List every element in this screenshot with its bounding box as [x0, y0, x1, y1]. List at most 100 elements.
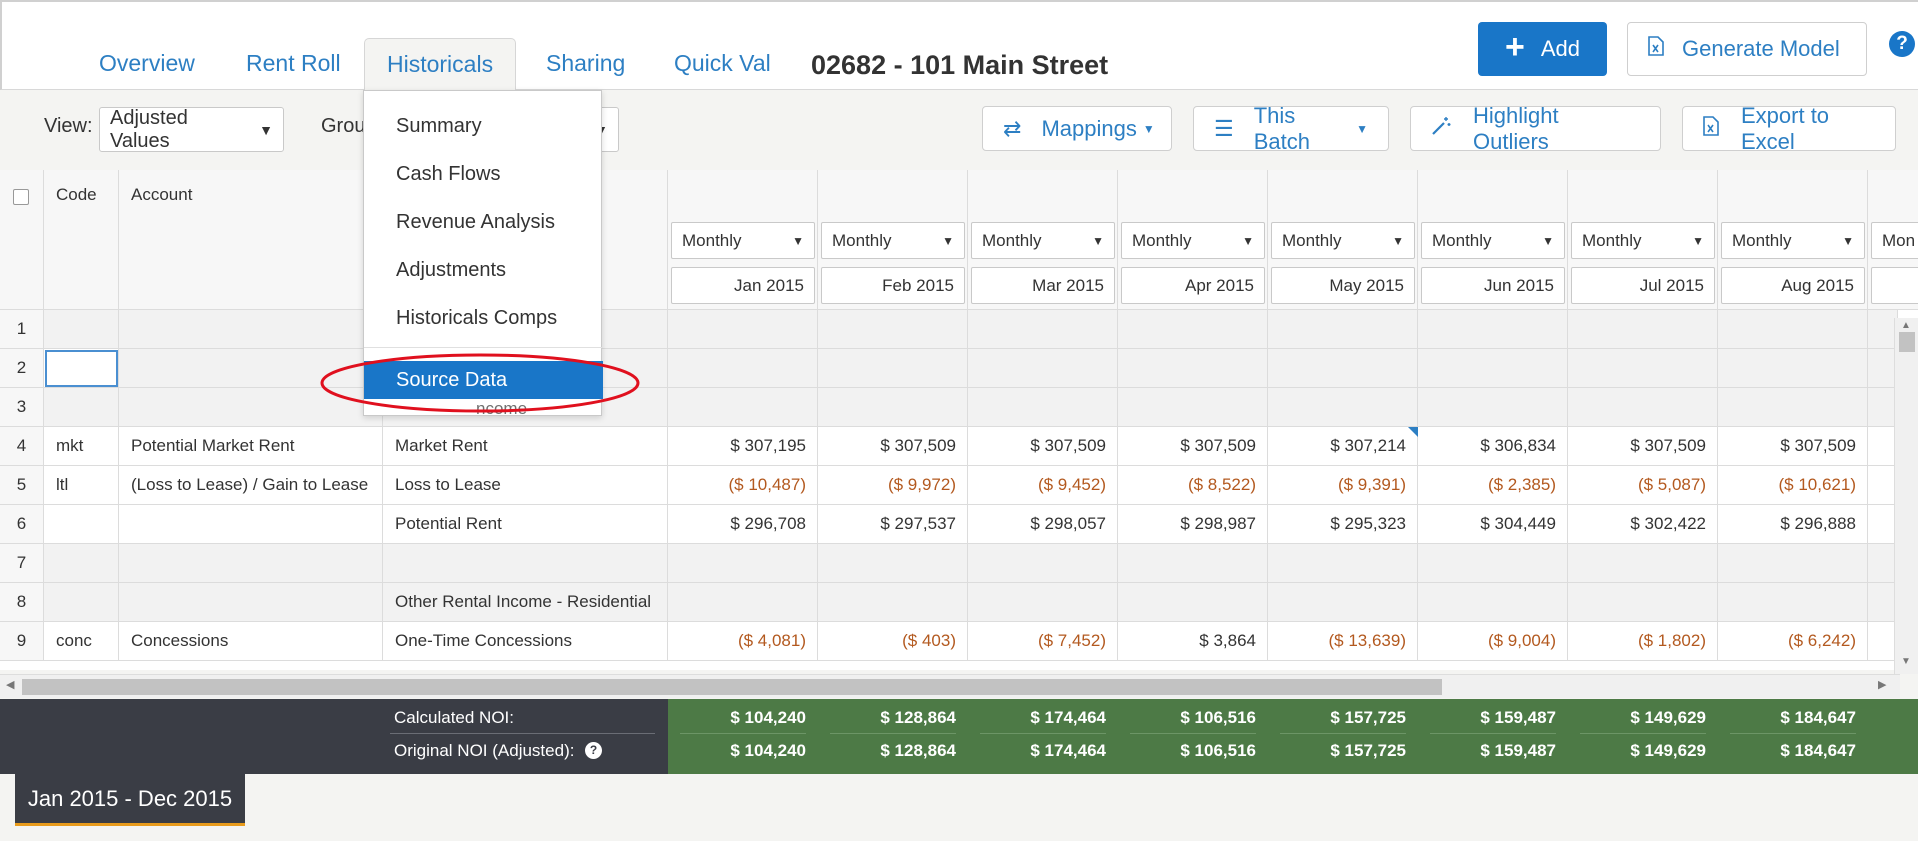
value-cell[interactable]	[1418, 349, 1568, 388]
value-cell[interactable]: ($ 1,802)	[1568, 622, 1718, 661]
value-cell[interactable]: ($ 10,621)	[1718, 466, 1868, 505]
value-cell[interactable]	[668, 349, 818, 388]
value-cell[interactable]	[1568, 388, 1718, 427]
month-date-field[interactable]: May 2015	[1271, 267, 1415, 304]
scroll-down-icon[interactable]: ▼	[1901, 656, 1911, 667]
value-cell[interactable]	[1268, 388, 1418, 427]
horizontal-scroll-thumb[interactable]	[22, 679, 1442, 695]
value-cell[interactable]	[968, 349, 1118, 388]
period-type-select[interactable]: Monthly ▼	[1121, 222, 1265, 259]
export-to-excel-button[interactable]: Export to Excel	[1682, 103, 1896, 154]
period-type-select[interactable]: Monthly ▼	[1421, 222, 1565, 259]
value-cell[interactable]: $ 295,323	[1268, 505, 1418, 544]
menu-item-adjustments[interactable]: Adjustments	[364, 251, 603, 289]
value-cell[interactable]: $ 307,509	[1718, 427, 1868, 466]
value-cell[interactable]: $ 304,449	[1418, 505, 1568, 544]
code-header[interactable]: Code	[44, 170, 119, 310]
value-cell[interactable]	[1568, 310, 1718, 349]
value-cell[interactable]: ($ 9,972)	[818, 466, 968, 505]
account-cell[interactable]: Potential Market Rent	[119, 427, 383, 466]
value-cell[interactable]	[668, 310, 818, 349]
value-cell[interactable]: $ 297,537	[818, 505, 968, 544]
value-cell[interactable]: ($ 6,242)	[1718, 622, 1868, 661]
value-cell[interactable]	[818, 583, 968, 622]
value-cell[interactable]: $ 302,422	[1568, 505, 1718, 544]
info-icon[interactable]: ?	[585, 742, 602, 759]
code-cell[interactable]: ltl	[44, 466, 119, 505]
account-cell[interactable]	[119, 544, 383, 583]
scroll-right-icon[interactable]: ▶	[1878, 678, 1886, 691]
value-cell[interactable]	[1418, 388, 1568, 427]
vertical-scrollbar[interactable]: ▲ ▼	[1894, 318, 1918, 674]
account-cell[interactable]	[119, 310, 383, 349]
month-date-field[interactable]: Aug 2015	[1721, 267, 1865, 304]
code-cell[interactable]	[44, 583, 119, 622]
scroll-left-icon[interactable]: ◀	[6, 678, 14, 691]
value-cell[interactable]	[1568, 349, 1718, 388]
tab-historicals[interactable]: Historicals	[364, 38, 517, 93]
account-cell[interactable]: Concessions	[119, 622, 383, 661]
value-cell[interactable]	[1268, 349, 1418, 388]
value-cell[interactable]	[818, 310, 968, 349]
generate-model-button[interactable]: Generate Model	[1627, 22, 1867, 76]
value-cell[interactable]: ($ 403)	[818, 622, 968, 661]
value-cell[interactable]: $ 3,864	[1118, 622, 1268, 661]
value-cell[interactable]: ($ 9,004)	[1418, 622, 1568, 661]
period-type-select[interactable]: Monthly ▼	[1271, 222, 1415, 259]
code-cell[interactable]	[44, 505, 119, 544]
value-cell[interactable]	[1118, 310, 1268, 349]
value-cell[interactable]	[1718, 583, 1868, 622]
value-cell[interactable]	[1718, 388, 1868, 427]
value-cell[interactable]	[1418, 583, 1568, 622]
month-date-field[interactable]: Jul 2015	[1571, 267, 1715, 304]
value-cell[interactable]: $ 296,708	[668, 505, 818, 544]
highlight-outliers-button[interactable]: Highlight Outliers	[1410, 103, 1661, 154]
value-cell[interactable]	[1568, 583, 1718, 622]
tab-overview[interactable]: Overview	[99, 50, 195, 77]
menu-item-revenue-analysis[interactable]: Revenue Analysis	[364, 203, 603, 241]
period-type-select[interactable]: Monthly ▼	[671, 222, 815, 259]
period-type-select[interactable]: Monthly ▼	[821, 222, 965, 259]
value-cell[interactable]	[1268, 310, 1418, 349]
value-cell[interactable]	[1718, 349, 1868, 388]
period-type-select[interactable]: Mon	[1871, 222, 1918, 259]
horizontal-scrollbar[interactable]: ◀ ▶	[0, 674, 1900, 698]
value-cell[interactable]	[1268, 583, 1418, 622]
menu-item-historicals-comps[interactable]: Historicals Comps	[364, 299, 603, 337]
value-cell[interactable]	[818, 388, 968, 427]
period-type-select[interactable]: Monthly ▼	[1721, 222, 1865, 259]
account-cell[interactable]	[119, 505, 383, 544]
month-date-field[interactable]: Jun 2015	[1421, 267, 1565, 304]
value-cell[interactable]: ($ 5,087)	[1568, 466, 1718, 505]
tab-sharing[interactable]: Sharing	[546, 50, 625, 77]
account-cell[interactable]: (Loss to Lease) / Gain to Lease	[119, 466, 383, 505]
code-cell[interactable]: mkt	[44, 427, 119, 466]
value-cell[interactable]	[668, 388, 818, 427]
value-cell[interactable]: ($ 8,522)	[1118, 466, 1268, 505]
scroll-up-icon[interactable]: ▲	[1901, 320, 1911, 331]
value-cell[interactable]	[968, 544, 1118, 583]
tab-rent-roll[interactable]: Rent Roll	[246, 50, 341, 77]
period-type-select[interactable]: Monthly ▼	[1571, 222, 1715, 259]
month-date-field[interactable]: Jan 2015	[671, 267, 815, 304]
month-date-field[interactable]: Feb 2015	[821, 267, 965, 304]
value-cell[interactable]	[1418, 544, 1568, 583]
value-cell[interactable]: $ 307,509	[818, 427, 968, 466]
tab-quick-val[interactable]: Quick Val	[674, 50, 771, 77]
value-cell[interactable]	[1718, 544, 1868, 583]
date-range-tab[interactable]: Jan 2015 - Dec 2015	[15, 774, 245, 826]
menu-item-summary[interactable]: Summary	[364, 107, 603, 145]
value-cell[interactable]: $ 307,509	[968, 427, 1118, 466]
view-select[interactable]: Adjusted Values ▼	[99, 107, 284, 152]
add-button[interactable]: + Add	[1478, 22, 1607, 76]
code-cell[interactable]	[44, 388, 119, 427]
mappings-button[interactable]: ⇄ Mappings ▼	[982, 106, 1172, 151]
month-date-field[interactable]: Apr 2015	[1121, 267, 1265, 304]
code-cell[interactable]	[44, 544, 119, 583]
month-date-field[interactable]	[1871, 267, 1918, 304]
value-cell[interactable]: ($ 9,391)	[1268, 466, 1418, 505]
value-cell[interactable]	[668, 544, 818, 583]
help-icon[interactable]: ?	[1889, 31, 1915, 57]
code-cell[interactable]: conc	[44, 622, 119, 661]
value-cell[interactable]: ($ 4,081)	[668, 622, 818, 661]
